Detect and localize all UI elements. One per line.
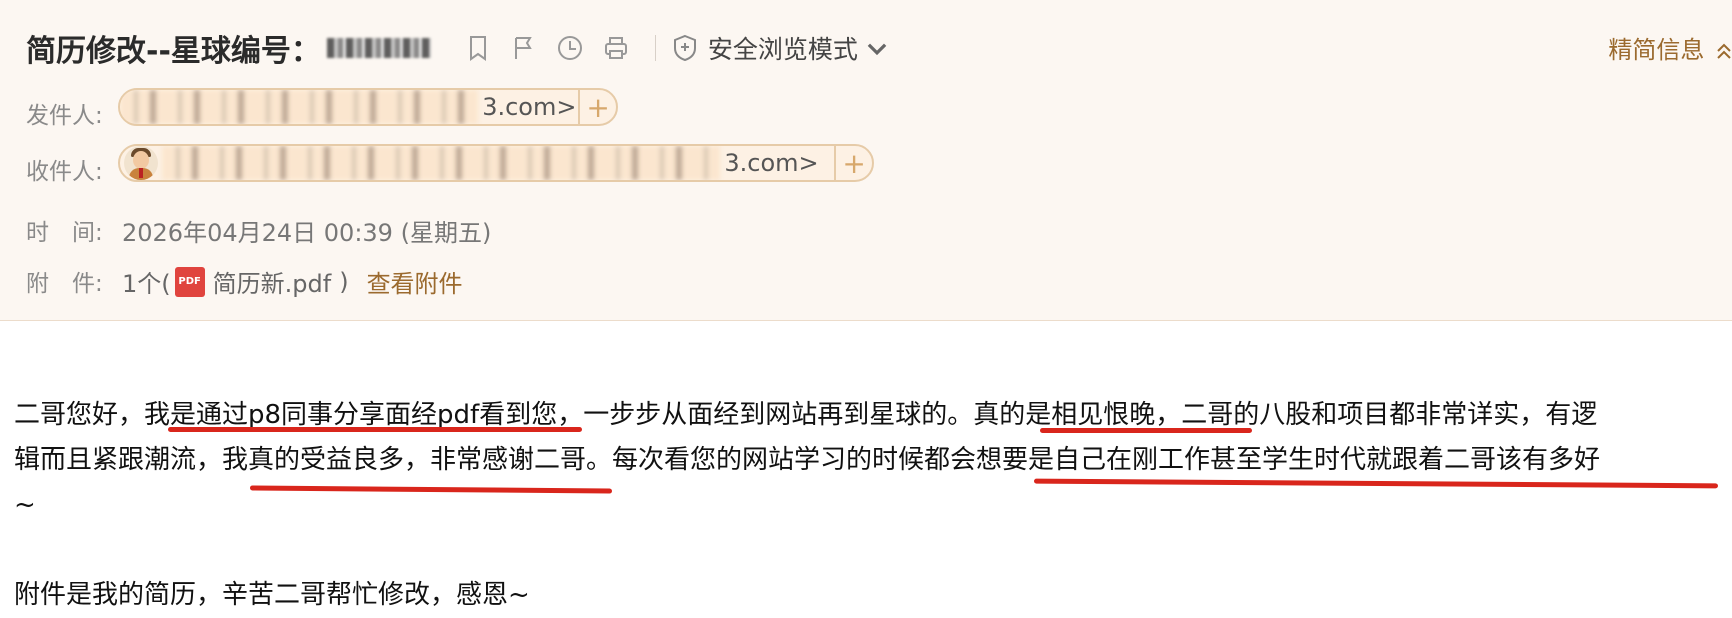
double-chevron-up-icon bbox=[1717, 43, 1731, 59]
redacted-sender bbox=[120, 90, 479, 124]
pdf-icon: PDF bbox=[174, 266, 205, 297]
recipient-label: 收件人: bbox=[26, 159, 103, 185]
redacted-id bbox=[326, 38, 431, 58]
attachment-name[interactable]: 简历新.pdf bbox=[213, 264, 332, 299]
printer-icon[interactable] bbox=[597, 29, 635, 67]
compact-info-label: 精简信息 bbox=[1608, 36, 1705, 64]
attachment-label: 附 件: bbox=[26, 271, 103, 297]
add-recipient-button[interactable]: + bbox=[834, 146, 872, 180]
highlight-underline bbox=[1040, 428, 1252, 433]
bookmark-icon[interactable] bbox=[459, 29, 497, 67]
redacted-recipient bbox=[162, 146, 721, 180]
subject-row: 简历修改--星球编号： 安全浏览模式 bbox=[26, 26, 900, 70]
body-line: 辑而且紧跟潮流，我真的受益良多，非常感谢二哥。每次看您的网站学习的时候都会想要是… bbox=[14, 445, 1601, 475]
attachment-close-paren: ) bbox=[339, 267, 349, 296]
body-line: 附件是我的简历，辛苦二哥帮忙修改，感恩~ bbox=[14, 580, 530, 610]
shield-icon bbox=[673, 34, 696, 62]
sender-chip[interactable]: 3.com> + bbox=[118, 88, 618, 126]
flag-icon[interactable] bbox=[505, 29, 543, 67]
mail-subject: 简历修改--星球编号： bbox=[26, 34, 321, 69]
sender-address: 3.com> bbox=[482, 93, 577, 121]
highlight-underline bbox=[168, 427, 582, 432]
mail-header: 简历修改--星球编号： 安全浏览模式 精简信息 发件人: 3.com> + 收件… bbox=[0, 0, 1732, 321]
attachment-row: 1个( PDF 简历新.pdf ) 查看附件 bbox=[122, 264, 463, 299]
recipient-chip[interactable]: 3.com> + bbox=[118, 144, 874, 182]
view-attachment-link[interactable]: 查看附件 bbox=[367, 264, 463, 299]
chevron-down-icon bbox=[867, 43, 887, 56]
safe-mode-label: 安全浏览模式 bbox=[707, 35, 858, 64]
avatar bbox=[124, 146, 158, 180]
toolbar-divider bbox=[654, 35, 656, 61]
attachment-count: 1个( bbox=[122, 270, 171, 298]
add-sender-button[interactable]: + bbox=[578, 90, 616, 124]
recipient-address: 3.com> bbox=[724, 149, 819, 177]
clock-icon[interactable] bbox=[551, 29, 589, 67]
sender-label: 发件人: bbox=[26, 103, 103, 129]
time-value: 2026年04月24日 00:39 (星期五) bbox=[122, 219, 492, 247]
time-label: 时 间: bbox=[26, 220, 103, 246]
compact-info-toggle[interactable]: 精简信息 bbox=[1608, 30, 1732, 65]
safe-mode-dropdown[interactable]: 安全浏览模式 bbox=[672, 30, 900, 66]
